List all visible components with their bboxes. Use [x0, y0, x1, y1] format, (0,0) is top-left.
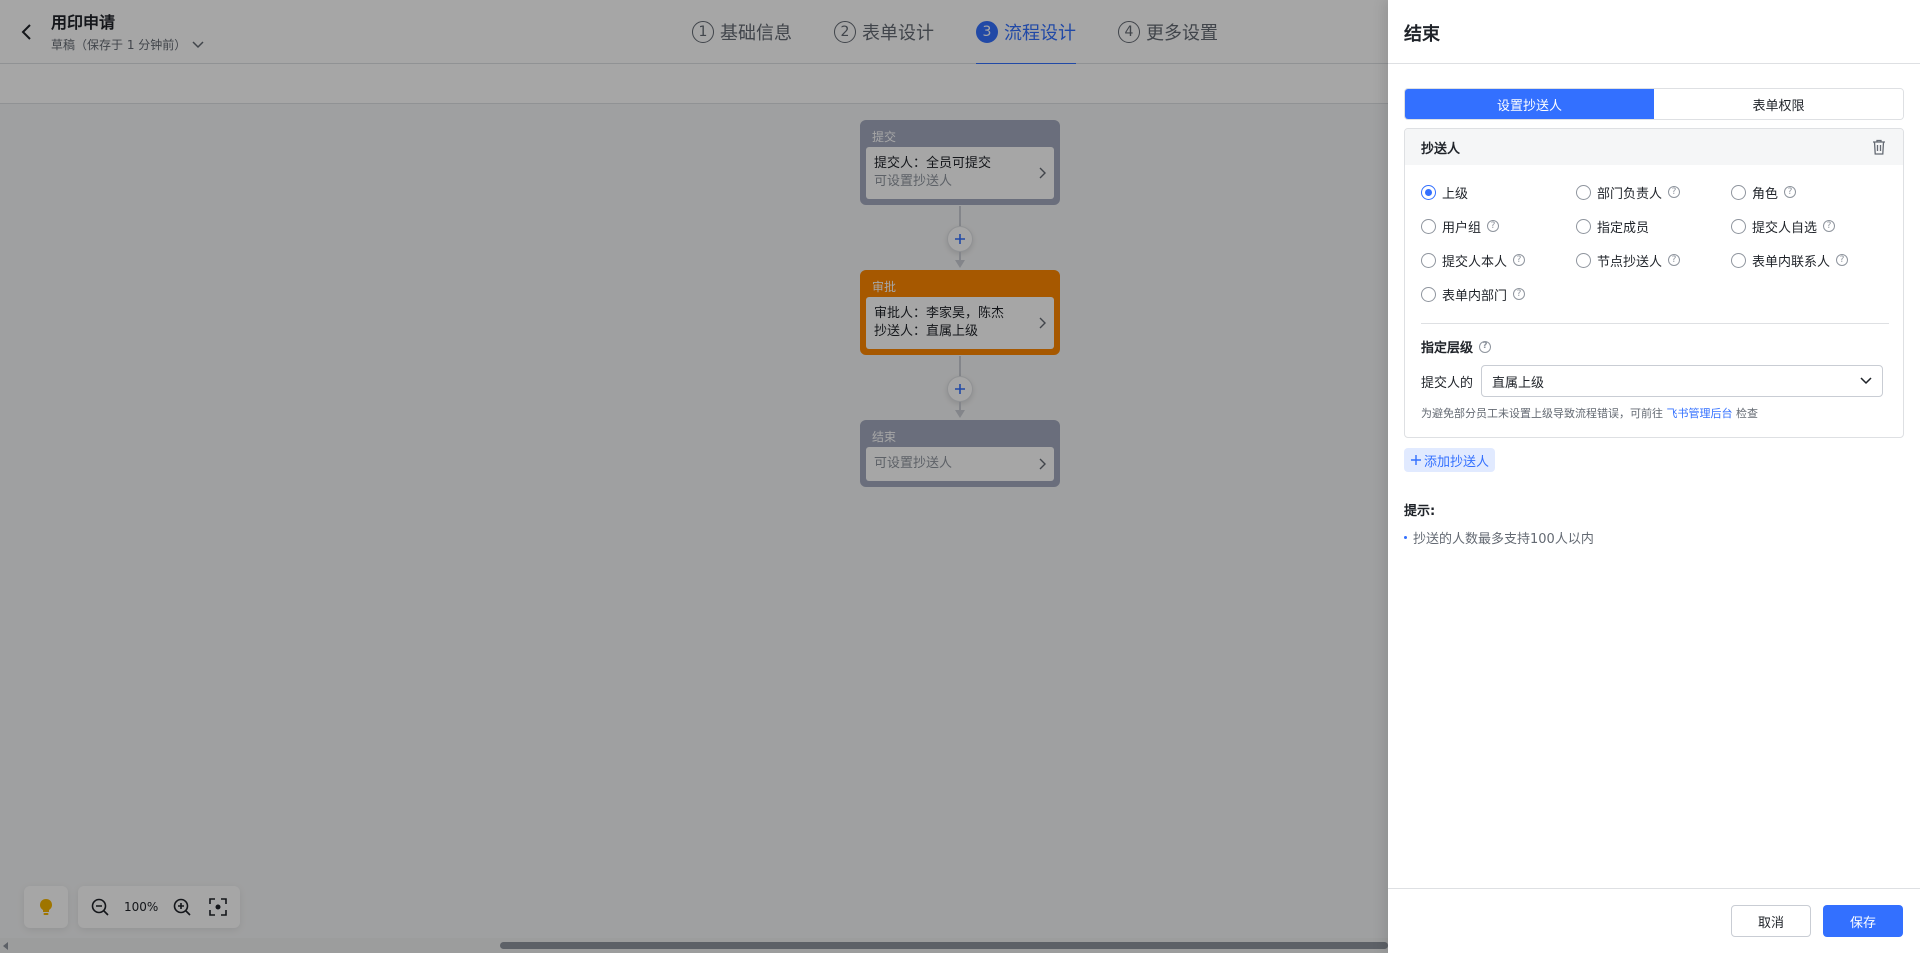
radio-form-contact[interactable]: 表单内联系人 ? — [1731, 251, 1891, 270]
level-hint: 为避免部分员工未设置上级导致流程错误，可前往 飞书管理后台 检查 — [1421, 405, 1758, 421]
tips-title: 提示: — [1404, 504, 1436, 519]
chevron-down-icon — [1860, 377, 1872, 385]
radio-dot — [1421, 184, 1436, 200]
divider — [1388, 888, 1920, 889]
radio-role[interactable]: 角色 ? — [1731, 183, 1891, 202]
settings-tabs: 设置抄送人 表单权限 — [1404, 88, 1904, 120]
hint-text: 为避免部分员工未设置上级导致流程错误，可前往 — [1421, 407, 1663, 420]
cc-card-title: 抄送人 — [1421, 141, 1461, 157]
radio-dot — [1576, 218, 1591, 234]
radio-dot — [1731, 184, 1746, 200]
help-icon[interactable]: ? — [1836, 254, 1849, 266]
level-select-value: 直属上级 — [1492, 375, 1545, 391]
help-icon[interactable]: ? — [1479, 340, 1492, 353]
radio-label: 用户组 — [1442, 220, 1482, 236]
level-title: 指定层级 — [1421, 341, 1474, 356]
radio-label: 节点抄送人 — [1597, 254, 1663, 270]
radio-dept-head[interactable]: 部门负责人 ? — [1576, 183, 1731, 202]
plus-icon — [1411, 455, 1421, 465]
cc-type-options: 上级 部门负责人 ? 角色 ? 用户组 ? 指定成员 提交人自选 ? 提交人本人… — [1421, 183, 1891, 304]
help-icon[interactable]: ? — [1668, 254, 1681, 266]
modal-mask[interactable] — [0, 0, 1388, 953]
divider — [1421, 323, 1889, 324]
radio-dot — [1421, 252, 1436, 268]
radio-submitter-choose[interactable]: 提交人自选 ? — [1731, 217, 1891, 236]
node-settings-drawer: 结束 设置抄送人 表单权限 抄送人 上级 部门负责人 ? 角色 ? 用户组 ? … — [1388, 0, 1920, 953]
tab-form-permission[interactable]: 表单权限 — [1654, 89, 1903, 119]
radio-label: 上级 — [1442, 186, 1469, 202]
hint-text: 检查 — [1736, 407, 1758, 420]
level-row: 提交人的 直属上级 — [1421, 365, 1884, 397]
admin-console-link[interactable]: 飞书管理后台 — [1667, 407, 1733, 420]
cc-card: 抄送人 上级 部门负责人 ? 角色 ? 用户组 ? 指定成员 提交人自选 ? 提… — [1404, 128, 1904, 438]
help-icon[interactable]: ? — [1513, 254, 1526, 266]
radio-node-cc[interactable]: 节点抄送人 ? — [1576, 251, 1731, 270]
level-select[interactable]: 直属上级 — [1481, 365, 1884, 397]
trash-icon — [1873, 139, 1885, 155]
help-icon[interactable]: ? — [1513, 288, 1526, 300]
help-icon[interactable]: ? — [1668, 186, 1681, 198]
radio-label: 角色 — [1752, 186, 1779, 202]
delete-button[interactable] — [1869, 137, 1889, 157]
radio-user-group[interactable]: 用户组 ? — [1421, 217, 1576, 236]
radio-dot — [1576, 184, 1591, 200]
add-cc-label: 添加抄送人 — [1424, 454, 1490, 470]
add-cc-button[interactable]: 添加抄送人 — [1404, 448, 1496, 472]
radio-dot — [1731, 252, 1746, 268]
level-section: 指定层级 ? — [1421, 337, 1492, 356]
radio-dot — [1421, 286, 1436, 302]
radio-label: 提交人本人 — [1442, 254, 1508, 270]
cancel-button[interactable]: 取消 — [1731, 905, 1811, 937]
radio-form-dept[interactable]: 表单内部门 ? — [1421, 285, 1576, 304]
divider — [1388, 63, 1920, 64]
help-icon[interactable]: ? — [1784, 186, 1797, 198]
help-icon[interactable]: ? — [1823, 220, 1836, 232]
cc-card-header: 抄送人 — [1405, 129, 1903, 165]
help-icon[interactable]: ? — [1487, 220, 1500, 232]
save-button[interactable]: 保存 — [1823, 905, 1903, 937]
tips-text: 抄送的人数最多支持100人以内 — [1413, 532, 1594, 547]
drawer-title: 结束 — [1404, 24, 1440, 45]
radio-label: 提交人自选 — [1752, 220, 1818, 236]
tips-item: 抄送的人数最多支持100人以内 — [1404, 528, 1594, 547]
radio-dot — [1576, 252, 1591, 268]
radio-label: 指定成员 — [1597, 220, 1650, 236]
tab-set-cc[interactable]: 设置抄送人 — [1405, 89, 1654, 119]
radio-dot — [1421, 218, 1436, 234]
radio-label: 部门负责人 — [1597, 186, 1663, 202]
level-label: 提交人的 — [1421, 375, 1474, 391]
radio-label: 表单内联系人 — [1752, 254, 1831, 270]
bullet-icon — [1404, 536, 1407, 539]
radio-label: 表单内部门 — [1442, 288, 1508, 304]
radio-specific-member[interactable]: 指定成员 — [1576, 217, 1731, 236]
radio-submitter-self[interactable]: 提交人本人 ? — [1421, 251, 1576, 270]
radio-dot — [1731, 218, 1746, 234]
radio-superior[interactable]: 上级 — [1421, 183, 1576, 202]
